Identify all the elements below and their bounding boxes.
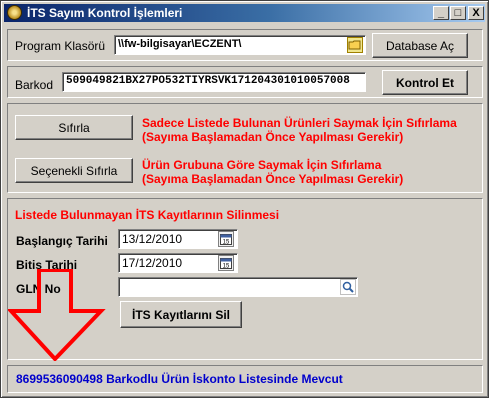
reset-button[interactable]: Sıfırla (15, 115, 133, 140)
gln-input[interactable] (118, 277, 358, 297)
delete-records-panel: Listede Bulunmayan İTS Kayıtlarının Sili… (7, 198, 483, 361)
reset-panel: Sıfırla Sadece Listede Bulunan Ürünleri … (7, 103, 483, 193)
minimize-button[interactable]: _ (433, 6, 449, 20)
status-panel: 8699536090498 Barkodlu Ürün İskonto List… (7, 365, 483, 393)
svg-text:15: 15 (223, 264, 230, 270)
status-message: 8699536090498 Barkodlu Ürün İskonto List… (16, 372, 343, 386)
folder-icon[interactable] (347, 37, 363, 53)
barcode-input[interactable]: 509049821BX27PO532TIYRSVK171204301010057… (62, 72, 366, 92)
window-title: İTS Sayım Kontrol İşlemleri (27, 6, 183, 20)
main-window: İTS Sayım Kontrol İşlemleri _ □ X Progra… (0, 0, 489, 398)
program-folder-label: Program Klasörü (15, 39, 106, 53)
maximize-button[interactable]: □ (450, 6, 466, 20)
reset-description-line1: Sadece Listede Bulunan Ürünleri Saymak İ… (142, 116, 457, 130)
reset-description-line2: (Sayıma Başlamadan Önce Yapılması Gereki… (142, 130, 404, 144)
calendar-icon[interactable]: 15 (218, 231, 234, 247)
check-button[interactable]: Kontrol Et (382, 70, 468, 95)
down-arrow-icon (8, 269, 106, 361)
close-button[interactable]: X (468, 6, 484, 20)
database-open-button[interactable]: Database Aç (372, 33, 468, 58)
selective-description-line1: Ürün Grubuna Göre Saymak İçin Sıfırlama (142, 158, 382, 172)
start-date-label: Başlangıç Tarihi (16, 234, 108, 248)
app-logo-icon (7, 5, 22, 20)
selective-description-line2: (Sayıma Başlamadan Önce Yapılması Gereki… (142, 172, 404, 186)
barcode-panel: Barkod 509049821BX27PO532TIYRSVK17120430… (7, 66, 483, 98)
delete-heading: Listede Bulunmayan İTS Kayıtlarının Sili… (15, 208, 280, 222)
program-folder-input[interactable]: \\fw-bilgisayar\ECZENT\ (114, 35, 366, 55)
calendar-icon[interactable]: 15 (218, 255, 234, 271)
program-folder-panel: Program Klasörü \\fw-bilgisayar\ECZENT\ … (7, 29, 483, 61)
barcode-label: Barkod (15, 78, 54, 92)
selective-reset-button[interactable]: Seçenekli Sıfırla (15, 158, 133, 183)
svg-text:15: 15 (223, 240, 230, 246)
magnifier-icon[interactable] (340, 279, 356, 295)
title-bar[interactable]: İTS Sayım Kontrol İşlemleri _ □ X (4, 4, 485, 22)
delete-records-button[interactable]: İTS Kayıtlarını Sil (120, 301, 242, 328)
